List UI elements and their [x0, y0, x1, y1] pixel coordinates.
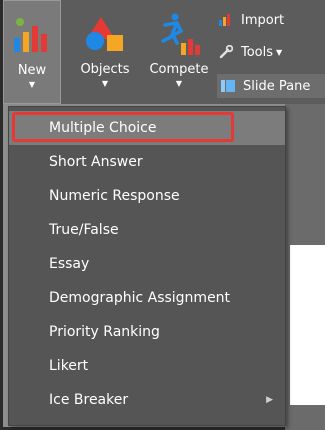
bar-chart-new-icon — [12, 13, 52, 59]
menu-item-numeric-response[interactable]: Numeric Response — [9, 179, 285, 213]
new-button[interactable]: New ▼ — [3, 0, 61, 104]
tools-label: Tools — [241, 44, 274, 60]
chevron-right-icon: ▶ — [266, 395, 273, 405]
new-label: New — [17, 63, 47, 78]
menu-item-label: Multiple Choice — [49, 120, 157, 136]
runner-chart-icon — [157, 12, 201, 58]
new-dropdown-menu: Multiple Choice Short Answer Numeric Res… — [8, 106, 286, 426]
menu-item-likert[interactable]: Likert — [9, 349, 285, 383]
slide-preview — [290, 245, 325, 405]
slide-pane-icon — [219, 79, 237, 93]
menu-item-label: Demographic Assignment — [49, 290, 231, 306]
ribbon: New ▼ Objects ▼ Compete ▼ Import Tools ▼… — [3, 0, 325, 104]
import-button[interactable]: Import — [217, 8, 325, 32]
chevron-down-icon: ▼ — [276, 47, 283, 57]
shapes-icon — [83, 12, 127, 58]
slide-pane-label: Slide Pane — [243, 78, 311, 94]
objects-label: Objects — [80, 62, 130, 77]
menu-item-priority-ranking[interactable]: Priority Ranking — [9, 315, 285, 349]
objects-button[interactable]: Objects ▼ — [65, 0, 145, 104]
menu-item-label: Short Answer — [49, 154, 143, 170]
import-label: Import — [241, 12, 285, 28]
menu-item-label: Priority Ranking — [49, 324, 160, 340]
compete-button[interactable]: Compete ▼ — [143, 0, 215, 104]
menu-item-short-answer[interactable]: Short Answer — [9, 145, 285, 179]
chevron-down-icon: ▼ — [175, 79, 183, 88]
menu-item-demographic-assignment[interactable]: Demographic Assignment — [9, 281, 285, 315]
menu-item-multiple-choice[interactable]: Multiple Choice — [9, 111, 285, 145]
menu-item-label: Ice Breaker — [49, 392, 129, 408]
menu-item-label: Likert — [49, 358, 89, 374]
chevron-down-icon: ▼ — [28, 80, 36, 89]
tools-button[interactable]: Tools ▼ — [217, 40, 325, 64]
menu-item-ice-breaker[interactable]: Ice Breaker ▶ — [9, 383, 285, 417]
wrench-icon — [217, 45, 235, 59]
menu-item-true-false[interactable]: True/False — [9, 213, 285, 247]
small-buttons-group: Import Tools ▼ Slide Pane — [217, 0, 325, 104]
menu-item-label: Essay — [49, 256, 90, 272]
menu-item-label: True/False — [49, 222, 119, 238]
menu-item-label: Numeric Response — [49, 188, 180, 204]
compete-label: Compete — [149, 62, 209, 77]
chevron-down-icon: ▼ — [101, 79, 109, 88]
menu-item-essay[interactable]: Essay — [9, 247, 285, 281]
slide-pane-button[interactable]: Slide Pane — [217, 74, 325, 98]
import-chart-icon — [217, 13, 235, 27]
